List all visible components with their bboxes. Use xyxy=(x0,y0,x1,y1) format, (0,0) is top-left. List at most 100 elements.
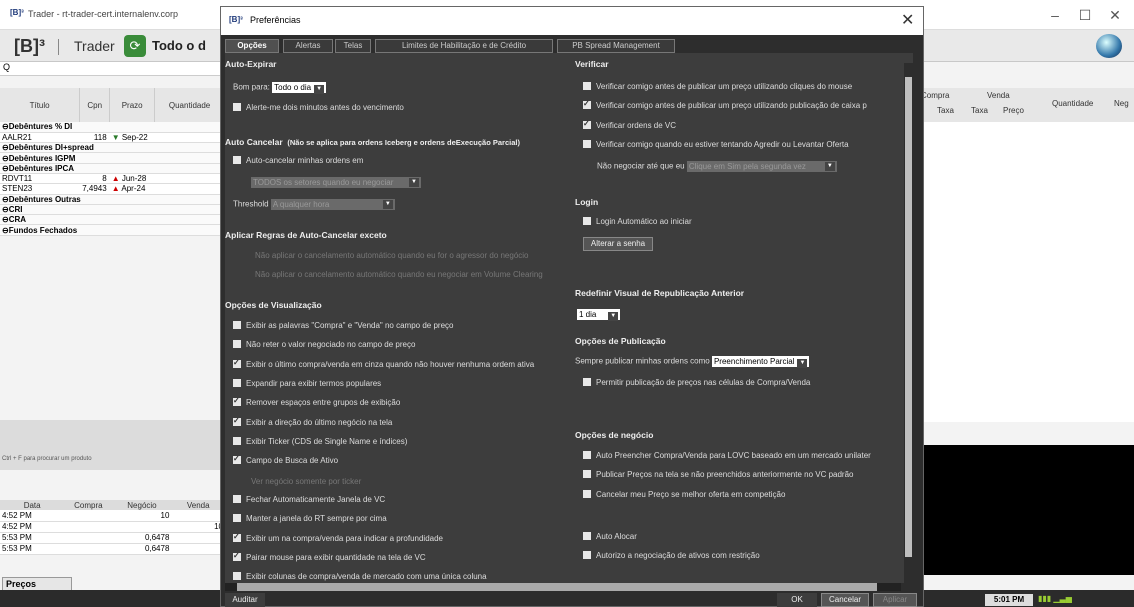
expand-icon[interactable]: ⊖ xyxy=(2,195,9,204)
checkbox[interactable] xyxy=(583,551,591,559)
login-auto-checkbox[interactable]: Login Automático ao iniciar xyxy=(583,217,692,226)
col-cpn[interactable]: Cpn xyxy=(79,88,111,122)
cancelar-button[interactable]: Cancelar xyxy=(821,593,869,607)
option-checkbox[interactable]: Remover espaços entre grupos de exibição xyxy=(233,396,400,407)
checkbox[interactable] xyxy=(583,139,591,148)
option-checkbox[interactable]: Cancelar meu Preço se melhor oferta em c… xyxy=(583,489,785,499)
vertical-scroll-thumb[interactable] xyxy=(905,77,912,557)
option-checkbox[interactable]: Pairar mouse para exibir quantidade na t… xyxy=(233,551,426,562)
expand-icon[interactable]: ⊖ xyxy=(2,143,9,152)
col-quantidade[interactable]: Quantidade xyxy=(154,88,225,122)
option-checkbox[interactable]: Publicar Preços na tela se não preenchid… xyxy=(583,470,854,479)
col-venda-hist[interactable]: Venda xyxy=(171,500,225,510)
view-tab[interactable]: Todo o d xyxy=(152,38,206,53)
ok-button[interactable]: OK xyxy=(777,593,817,607)
checkbox[interactable] xyxy=(233,551,241,561)
expand-icon[interactable]: ⊖ xyxy=(2,122,9,131)
checkbox[interactable] xyxy=(233,340,241,349)
checkbox[interactable] xyxy=(233,436,241,445)
aplicar-button[interactable]: Aplicar xyxy=(873,593,917,607)
autorizo-checkbox[interactable]: Autorizo a negociação de ativos com rest… xyxy=(583,551,760,560)
checkbox[interactable] xyxy=(583,451,591,459)
sempre-publicar-select[interactable]: Preenchimento Parcial ▼ xyxy=(711,356,810,368)
col-preco[interactable]: Preço xyxy=(1003,106,1024,115)
option-checkbox[interactable]: Verificar comigo antes de publicar um pr… xyxy=(583,82,852,91)
expand-icon[interactable]: ⊖ xyxy=(2,154,9,163)
checkbox[interactable] xyxy=(233,378,241,387)
search-input[interactable]: Q xyxy=(0,62,225,76)
checkbox[interactable] xyxy=(583,489,591,498)
col-quantidade-right[interactable]: Quantidade xyxy=(1052,99,1093,108)
alterar-senha-button[interactable]: Alterar a senha xyxy=(583,237,653,251)
globe-icon[interactable] xyxy=(1096,34,1122,58)
checkbox[interactable] xyxy=(233,416,241,426)
table-row[interactable]: RDVT11 8 ▲ Jun-28 xyxy=(0,173,225,185)
col-negocio[interactable]: Negócio xyxy=(112,500,172,510)
option-checkbox[interactable]: Exibir Ticker (CDS de Single Name e índi… xyxy=(233,436,407,446)
option-checkbox[interactable]: Exibir um na compra/venda para indicar a… xyxy=(233,532,443,543)
auditar-button[interactable]: Auditar xyxy=(225,593,265,607)
checkbox[interactable] xyxy=(583,532,591,540)
option-checkbox[interactable]: Exibir a direção do último negócio na te… xyxy=(233,416,392,427)
checkbox[interactable] xyxy=(233,358,241,368)
expand-icon[interactable]: ⊖ xyxy=(2,205,9,214)
auto-alocar-checkbox[interactable]: Auto Alocar xyxy=(583,532,637,541)
checkbox[interactable] xyxy=(233,572,241,581)
alerte-checkbox[interactable]: Alerte-me dois minutos antes do vencimen… xyxy=(233,103,404,112)
bom-para-select[interactable]: Todo o dia ▼ xyxy=(272,82,327,94)
group-row[interactable]: ⊖Debêntures % DI xyxy=(0,122,225,133)
group-row[interactable]: ⊖Debêntures IGPM xyxy=(0,152,225,164)
checkbox[interactable] xyxy=(583,378,591,386)
historical-prices-button[interactable]: Preços históricos xyxy=(2,577,72,601)
col-neg[interactable]: Neg xyxy=(1114,99,1129,108)
group-row[interactable]: ⊖Debêntures IPCA xyxy=(0,163,225,174)
close-dialog-icon[interactable]: ✕ xyxy=(901,10,914,30)
option-checkbox[interactable]: Verificar comigo antes de publicar um pr… xyxy=(583,99,867,110)
checkbox[interactable] xyxy=(583,470,591,479)
refresh-icon[interactable]: ⟳ xyxy=(124,35,146,57)
col-prazo[interactable]: Prazo xyxy=(109,88,156,122)
tab-alertas[interactable]: Alertas xyxy=(283,39,333,53)
group-row[interactable]: ⊖CRI xyxy=(0,204,225,216)
col-venda[interactable]: Venda xyxy=(987,91,1010,100)
auto-cancelar-checkbox[interactable]: Auto-cancelar minhas ordens em xyxy=(233,156,363,165)
col-data[interactable]: Data xyxy=(0,500,65,510)
option-checkbox[interactable]: Expandir para exibir termos populares xyxy=(233,378,381,388)
minimize-icon[interactable]: – xyxy=(1040,5,1070,25)
group-row[interactable]: ⊖Debêntures Outras xyxy=(0,194,225,205)
option-checkbox[interactable]: Manter a janela do RT sempre por cima xyxy=(233,514,387,523)
option-checkbox[interactable]: Verificar comigo quando eu estiver tenta… xyxy=(583,139,849,149)
col-compra-hist[interactable]: Compra xyxy=(64,500,113,510)
tab-pb-spread[interactable]: PB Spread Management xyxy=(557,39,675,53)
checkbox[interactable] xyxy=(583,119,591,129)
checkbox[interactable] xyxy=(233,495,241,503)
tab-opcoes[interactable]: Opções xyxy=(225,39,279,53)
redefinir-select[interactable]: 1 dia ▼ xyxy=(577,309,621,321)
checkbox[interactable] xyxy=(233,532,241,542)
col-compra[interactable]: Compra xyxy=(921,91,949,100)
checkbox[interactable] xyxy=(233,103,241,111)
option-checkbox[interactable]: Campo de Busca de Ativo xyxy=(233,454,338,465)
checkbox[interactable] xyxy=(233,396,241,407)
group-row[interactable]: ⊖Fundos Fechados xyxy=(0,224,225,236)
expand-icon[interactable]: ⊖ xyxy=(2,164,9,173)
checkbox[interactable] xyxy=(583,99,591,110)
col-taxa-compra[interactable]: Taxa xyxy=(937,106,954,115)
checkbox[interactable] xyxy=(233,156,241,164)
table-row[interactable]: STEN23 7,4943 ▲ Apr-24 xyxy=(0,183,225,195)
group-row[interactable]: ⊖CRA xyxy=(0,214,225,226)
option-checkbox[interactable]: Exibir as palavras "Compra" e "Venda" no… xyxy=(233,321,453,330)
col-titulo[interactable]: Título xyxy=(0,88,81,122)
table-row[interactable]: AALR21 118 ▼ Sep-22 xyxy=(0,132,225,144)
group-row[interactable]: ⊖Debêntures DI+spread xyxy=(0,142,225,154)
checkbox[interactable] xyxy=(233,321,241,329)
close-icon[interactable]: ✕ xyxy=(1100,5,1130,25)
option-checkbox[interactable]: Exibir o último compra/venda em cinza qu… xyxy=(233,358,534,369)
checkbox[interactable] xyxy=(233,454,241,465)
option-checkbox[interactable]: Auto Preencher Compra/Venda para LOVC ba… xyxy=(583,451,871,460)
option-checkbox[interactable]: Verificar ordens de VC xyxy=(583,119,676,130)
option-checkbox[interactable]: Fechar Automaticamente Janela de VC xyxy=(233,495,385,504)
checkbox[interactable] xyxy=(583,217,591,225)
expand-icon[interactable]: ⊖ xyxy=(2,226,9,235)
option-checkbox[interactable]: Não reter o valor negociado no campo de … xyxy=(233,340,415,349)
